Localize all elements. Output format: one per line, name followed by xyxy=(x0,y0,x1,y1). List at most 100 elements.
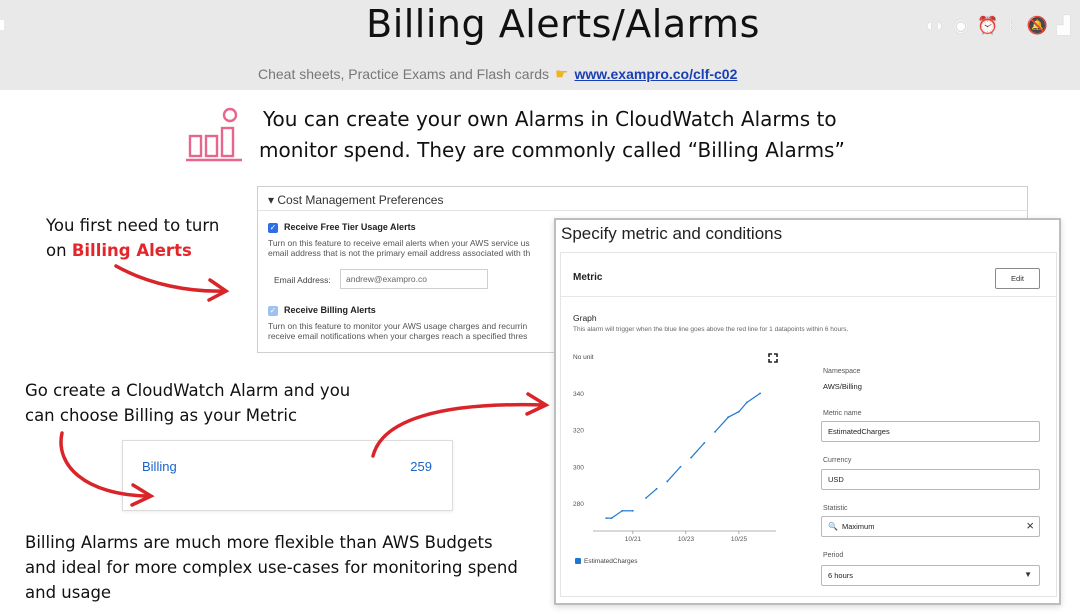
data-point xyxy=(727,416,730,419)
specify-metric-panel: Specify metric and conditions Metric Edi… xyxy=(554,218,1061,605)
data-point xyxy=(745,401,748,404)
email-field[interactable]: andrew@exampro.co xyxy=(340,269,488,289)
free-tier-description: Turn on this feature to receive email al… xyxy=(268,238,568,258)
intro-line-1: You can create your own Alarms in CloudW… xyxy=(263,107,837,131)
statistic-label: Statistic xyxy=(823,505,848,512)
data-point xyxy=(605,517,608,520)
clear-icon[interactable]: × xyxy=(1026,518,1034,533)
metric-card: Metric Edit Graph This alarm will trigge… xyxy=(560,252,1057,597)
mute-icon: 🔕 xyxy=(1026,16,1048,35)
note-enable-line-2: on Billing Alerts xyxy=(46,238,219,263)
data-point xyxy=(610,517,613,520)
checkbox-checked-icon[interactable]: ✓ xyxy=(268,222,278,233)
series-segment xyxy=(746,392,761,404)
signal-icon: ▟ xyxy=(1056,16,1070,35)
billing-alerts-description: Turn on this feature to monitor your AWS… xyxy=(268,321,568,341)
billing-desc-line-1: Turn on this feature to monitor your AWS… xyxy=(268,321,528,331)
data-point xyxy=(655,487,658,490)
billing-metric-count[interactable]: 259 xyxy=(410,459,432,474)
note-flex-line-3: and usage xyxy=(25,583,112,602)
series-segment xyxy=(666,466,681,482)
currency-label: Currency xyxy=(823,457,852,464)
eye-icon: ◉ xyxy=(953,16,969,35)
x-tick-label: 10/23 xyxy=(678,536,695,543)
note-enable-alerts: You first need to turn on Billing Alerts xyxy=(46,213,219,263)
data-point xyxy=(690,456,693,459)
series-segment xyxy=(738,402,748,413)
billing-metric-link[interactable]: Billing xyxy=(142,459,177,474)
series-segment xyxy=(690,442,705,458)
pointing-hand-icon: ☛ xyxy=(555,66,569,83)
slide-header: Billing Alerts/Alarms Cheat sheets, Prac… xyxy=(0,0,1080,90)
prefs-heading[interactable]: ▾ Cost Management Preferences xyxy=(258,187,1027,211)
intro-text: You can create your own Alarms in CloudW… xyxy=(259,104,879,166)
expand-icon[interactable] xyxy=(768,353,778,363)
note-on: on xyxy=(46,241,72,260)
data-point xyxy=(737,410,740,413)
statistic-field[interactable]: 🔍 Maximum × xyxy=(821,516,1040,537)
x-tick-label: 10/21 xyxy=(625,536,642,543)
series-segment xyxy=(645,488,658,499)
x-tick-label: 10/25 xyxy=(731,536,748,543)
data-point xyxy=(703,442,706,444)
billing-desc-line-2: receive email notifications when your ch… xyxy=(268,331,528,341)
billing-metric-row[interactable]: Billing 259 xyxy=(122,440,453,511)
y-tick-label: 300 xyxy=(573,464,584,471)
bar-chart-icon xyxy=(186,107,242,162)
currency-value: USD xyxy=(828,475,844,484)
course-link[interactable]: www.exampro.co/clf-c02 xyxy=(574,66,737,82)
note-alarm-line-2: can choose Billing as your Metric xyxy=(25,406,298,425)
billing-alerts-option[interactable]: ✓ Receive Billing Alerts xyxy=(268,305,376,316)
data-point xyxy=(666,480,669,483)
y-tick-label: 320 xyxy=(573,428,584,435)
metric-name-value: EstimatedCharges xyxy=(828,427,890,436)
note-create-alarm: Go create a CloudWatch Alarm and you can… xyxy=(25,378,350,428)
arrow-to-panel-head xyxy=(525,392,550,416)
free-tier-desc-line-1: Turn on this feature to receive email al… xyxy=(268,238,530,248)
prefs-heading-label: Cost Management Preferences xyxy=(277,193,444,207)
slide-subtitle: Cheat sheets, Practice Exams and Flash c… xyxy=(258,65,737,83)
period-value: 6 hours xyxy=(828,571,854,580)
search-icon: 🔍 xyxy=(828,522,838,531)
slide-title: Billing Alerts/Alarms xyxy=(366,2,760,46)
period-select[interactable]: 6 hours ▼ xyxy=(821,565,1040,586)
panel-title: Specify metric and conditions xyxy=(561,224,783,243)
bluetooth-icon: ᛒ xyxy=(1007,16,1018,35)
y-axis-unit-label: No unit xyxy=(573,354,594,361)
legend-label: EstimatedCharges xyxy=(584,558,638,565)
estimated-charges-chart: 280 300 320 340 10/21 10/23 10/25 xyxy=(573,391,776,543)
note-flex-line-2: and ideal for more complex use-cases for… xyxy=(25,558,518,577)
namespace-label: Namespace xyxy=(823,368,861,375)
series-segment xyxy=(611,510,623,519)
chart-legend: EstimatedCharges xyxy=(575,558,637,565)
legend-swatch xyxy=(575,558,581,565)
period-label: Period xyxy=(823,552,844,559)
subtitle-text: Cheat sheets, Practice Exams and Flash c… xyxy=(258,66,550,82)
metric-card-header: Metric Edit xyxy=(561,253,1056,297)
currency-field[interactable]: USD xyxy=(821,469,1040,490)
graph-label: Graph xyxy=(573,313,597,323)
intro-line-2: monitor spend. They are commonly called … xyxy=(259,138,845,162)
y-tick-label: 340 xyxy=(573,391,584,398)
checkbox-checked-icon[interactable]: ✓ xyxy=(268,305,278,316)
note-enable-line-1: You first need to turn xyxy=(46,216,220,235)
arrow-to-prefs-head xyxy=(207,278,230,302)
data-point xyxy=(679,465,682,468)
data-point xyxy=(631,509,634,512)
free-tier-alerts-option[interactable]: ✓ Receive Free Tier Usage Alerts xyxy=(268,222,416,233)
alarm-icon: ⏰ xyxy=(977,16,999,35)
collapse-caret-icon: ▾ xyxy=(268,193,278,207)
edit-button[interactable]: Edit xyxy=(995,268,1040,289)
data-point xyxy=(645,497,647,499)
metric-name-field[interactable]: EstimatedCharges xyxy=(821,421,1040,442)
headphones-icon: ◖◗ xyxy=(923,16,945,35)
graph-description: This alarm will trigger when the blue li… xyxy=(573,326,849,333)
statistic-value: Maximum xyxy=(841,522,875,531)
note-flex-line-1: Billing Alarms are much more flexible th… xyxy=(25,533,493,552)
series-segment xyxy=(714,416,729,433)
metric-section-label: Metric xyxy=(573,272,603,283)
note-flexibility: Billing Alarms are much more flexible th… xyxy=(25,530,518,605)
data-point xyxy=(759,392,761,395)
email-label: Email Address: xyxy=(274,275,331,285)
free-tier-desc-line-2: email address that is not the primary em… xyxy=(268,248,531,258)
